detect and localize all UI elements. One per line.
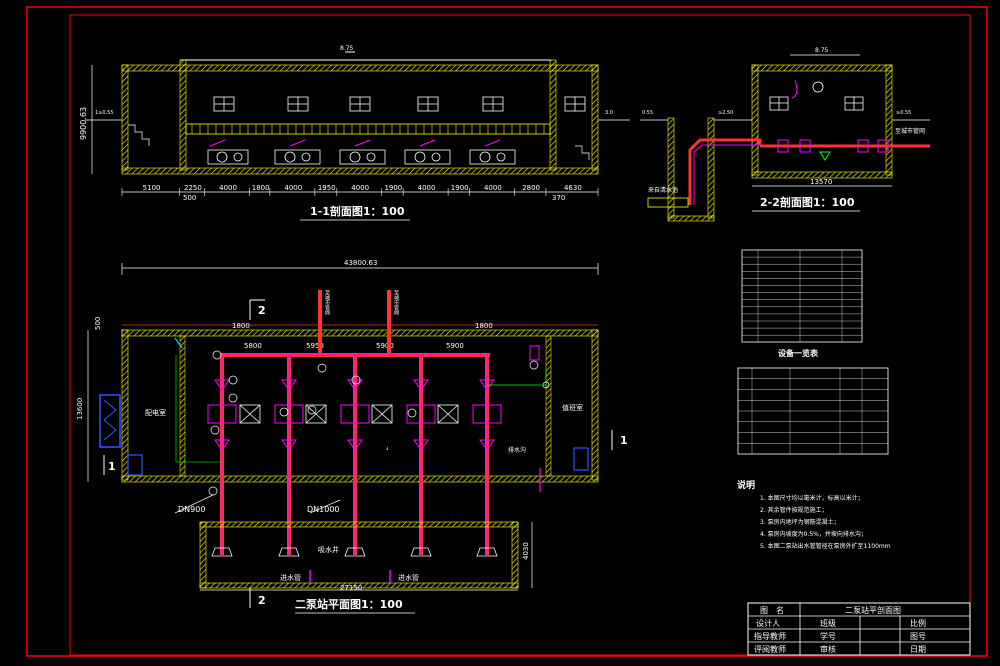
tb-r2c2: 班级	[820, 618, 836, 628]
label-suction: 吸水井	[318, 545, 339, 554]
tb-r2c1: 设计人	[756, 618, 780, 628]
s1-dim-label: 4000	[418, 184, 436, 192]
plan-view: 43800.63 1800 1800 5800 5950 5900 5900 1360…	[76, 259, 628, 614]
notes-title: 说明	[737, 479, 755, 491]
cad-drawing-canvas: 8.75 1≥0.55 3.0 9900.63 5100 2250 4000 1…	[0, 0, 1000, 666]
note-line-2: 2. 其余管件按规范施工；	[760, 506, 828, 514]
section-mark-1-right: 1	[620, 434, 628, 447]
label-in-pipe-1: 进水管	[280, 573, 301, 582]
room-left: 配电室	[145, 408, 166, 417]
tb-r3c1: 指导教师	[754, 631, 786, 641]
plan-left-height: 13600	[76, 398, 84, 420]
s1-right-level: 3.0	[605, 110, 613, 116]
s1-dim-label: 2250	[184, 184, 202, 192]
s1-dim-label: 4000	[351, 184, 369, 192]
note-line-1: 1. 本图尺寸均以毫米计，标高以米计；	[760, 494, 864, 502]
label-in-pipe-2: 进水管	[398, 573, 419, 582]
plan-dim-top-right: 1800	[475, 322, 493, 330]
s1-dim-label: 2800	[522, 184, 540, 192]
note-line-3: 3. 泵房内地坪为钢筋混凝土；	[760, 518, 840, 526]
title-block: 图 名 二泵站平剖面图 设计人 班级 比例 指导教师 学号 图号 评阅教师 审核…	[747, 602, 971, 656]
note-line-5: 5. 本图二泵站出水管管径在泵房外扩至1100mm	[760, 542, 891, 550]
s1-dim-label: 1950	[318, 184, 336, 192]
tb-r3c3: 图号	[910, 632, 926, 641]
s2-level-right: ≥0.55	[896, 110, 911, 116]
s1-dim-label: 4000	[484, 184, 502, 192]
section-mark-1-left: 1	[108, 460, 116, 473]
equipment-title: 设备一览表	[778, 348, 819, 358]
s2-top-mark: 8.75	[815, 47, 829, 54]
s1-dim-label: 1900	[384, 184, 402, 192]
plan-dim-top-left: 1800	[232, 322, 250, 330]
s1-left-level: 1≥0.55	[95, 110, 114, 116]
note-line-4: 4. 泵房内坡度为0.5%，并坡向排水沟；	[760, 530, 867, 538]
pipe-dn1000: DN1000	[307, 505, 340, 514]
s2-level-mid: ≥2.50	[718, 110, 733, 116]
section-mark-2-bottom: 2	[258, 594, 266, 607]
material-table	[741, 249, 863, 343]
s1-dim-label: 4630	[564, 184, 582, 192]
tb-r1c2: 二泵站平剖面图	[845, 605, 901, 615]
s1-bottom-left: 500	[183, 194, 196, 202]
s1-dim-label: 4000	[219, 184, 237, 192]
riser-label-2: 至城市管网	[393, 290, 399, 316]
plan-dim-label: 5900	[376, 342, 394, 350]
s1-dim-label: 1800	[252, 184, 270, 192]
equipment-table	[737, 367, 889, 455]
section-mark-2-top: 2	[258, 304, 266, 317]
s1-dim-label: 4000	[284, 184, 302, 192]
s1-title: 1-1剖面图1：100	[310, 204, 405, 218]
s1-dim-label: 5100	[143, 184, 161, 192]
room-right: 值班室	[562, 403, 583, 412]
plan-dim-label: 5800	[244, 342, 262, 350]
pipe-dn900: DN900	[178, 505, 205, 514]
plan-bottom-height: 4030	[522, 542, 530, 560]
riser-label-1: 至城市管网	[324, 290, 330, 316]
section-2-2: 8.75 0.55 ≥2.50 ≥0.55 来自清水池 至城市管网 13570 …	[640, 47, 930, 222]
plan-dim-label: 5900	[446, 342, 464, 350]
label-arrow-mark: ↓	[385, 446, 389, 452]
s2-label-left: 来自清水池	[648, 186, 678, 194]
plan-total-width: 43800.63	[344, 259, 377, 267]
tb-r4c2: 审核	[820, 644, 836, 654]
s1-top-mark: 8.75	[340, 45, 354, 52]
tb-r2c3: 比例	[910, 618, 926, 628]
tb-r3c2: 学号	[820, 631, 836, 641]
s1-dim-label: 1900	[451, 184, 469, 192]
s1-bottom-right: 370	[552, 194, 565, 202]
s2-title: 2-2剖面图1：100	[760, 195, 855, 209]
plan-bottom-width: 27150	[340, 584, 362, 592]
plan-title: 二泵站平面图1：100	[295, 597, 403, 611]
tb-r4c3: 日期	[910, 645, 926, 654]
tb-r4c1: 评阅教师	[754, 644, 786, 654]
s2-width-dim: 13570	[810, 178, 832, 186]
notes-block: 说明 1. 本图尺寸均以毫米计，标高以米计； 2. 其余管件按规范施工； 3. …	[737, 479, 891, 550]
s1-height-dim: 9900.63	[79, 107, 88, 140]
plan-dims-row: 5800 5950 5900 5900	[244, 342, 464, 350]
s2-label-right: 至城市管网	[895, 127, 925, 135]
label-drain: 排水沟	[508, 446, 526, 454]
s2-level-left: 0.55	[642, 110, 653, 116]
plan-left-top: 500	[94, 317, 102, 330]
drawing-svg: 8.75 1≥0.55 3.0 9900.63 5100 2250 4000 1…	[26, 6, 988, 657]
tb-r1c1: 图 名	[760, 605, 784, 615]
section-1-1: 8.75 1≥0.55 3.0 9900.63 5100 2250 4000 1…	[79, 45, 630, 221]
